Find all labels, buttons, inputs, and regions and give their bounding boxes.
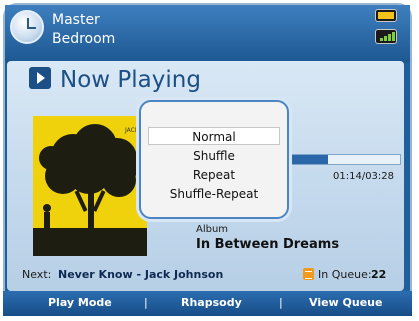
- svg-text:JACK: JACK: [124, 127, 140, 134]
- zone-clock-icon[interactable]: [10, 10, 44, 44]
- queue-icon: [303, 268, 314, 280]
- zone-name-line2: Bedroom: [52, 31, 116, 47]
- zone-name-line1: Master: [52, 12, 100, 28]
- next-label: Next:: [22, 268, 52, 281]
- queue-label: In Queue:: [318, 268, 372, 281]
- view-queue-button[interactable]: View Queue: [309, 296, 382, 309]
- menu-item-repeat[interactable]: Repeat: [148, 166, 280, 184]
- queue-count: 22: [371, 268, 387, 281]
- softkey-separator: |: [279, 296, 283, 309]
- menu-item-normal[interactable]: Normal: [148, 127, 280, 145]
- album-value: In Between Dreams: [196, 237, 340, 252]
- battery-icon: [375, 9, 397, 22]
- album-art: JACK: [33, 116, 147, 256]
- softkey-separator: |: [144, 296, 148, 309]
- progress-bar: [286, 154, 401, 165]
- play-icon: [29, 67, 51, 89]
- rhapsody-button[interactable]: Rhapsody: [181, 296, 242, 309]
- menu-item-shuffle[interactable]: Shuffle: [148, 147, 280, 165]
- signal-icon: [375, 29, 397, 44]
- progress-fill: [287, 155, 328, 164]
- album-label: Album: [196, 224, 229, 235]
- play-mode-button[interactable]: Play Mode: [48, 296, 112, 309]
- page-title: Now Playing: [60, 67, 201, 93]
- track-time: 01:14/03:28: [333, 171, 395, 182]
- zone-name[interactable]: Master Bedroom: [52, 11, 115, 49]
- next-track: Never Know - Jack Johnson: [58, 268, 224, 281]
- menu-item-shuffle-repeat[interactable]: Shuffle-Repeat: [148, 185, 280, 203]
